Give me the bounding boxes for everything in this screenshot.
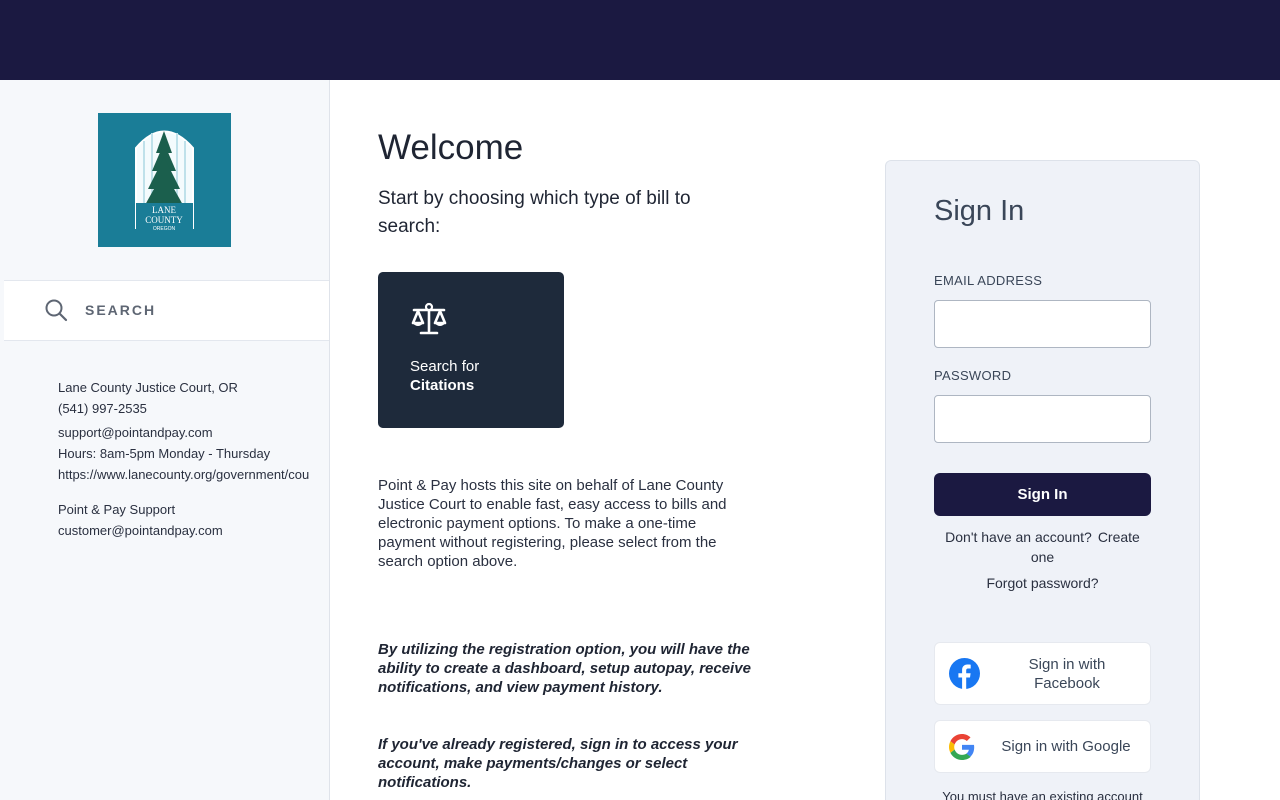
registration-info-text: By utilizing the registration option, yo…	[378, 641, 751, 696]
password-field[interactable]	[934, 395, 1151, 443]
forgot-password-link[interactable]: Forgot password?	[934, 575, 1151, 591]
sidebar-search[interactable]: SEARCH	[4, 280, 329, 341]
google-signin-label: Sign in with Google	[1001, 738, 1131, 755]
support-title: Point & Pay Support	[58, 502, 176, 517]
facebook-signin-label: Sign in with Facebook	[1028, 656, 1106, 692]
signin-button[interactable]: Sign In	[934, 473, 1151, 516]
support-email[interactable]: customer@pointandpay.com	[58, 523, 223, 538]
sidebar: LANE COUNTY OREGON SEARCH Lane County Ju…	[0, 80, 330, 800]
create-account-row: Don't have an account? Create one	[934, 527, 1151, 567]
page-title: Welcome	[378, 128, 524, 167]
facebook-signin-button[interactable]: Sign in with Facebook	[934, 642, 1151, 705]
password-label: PASSWORD	[934, 368, 1012, 383]
top-header-bar	[0, 0, 1280, 80]
court-hours: Hours: 8am-5pm Monday - Thursday	[58, 446, 271, 461]
email-field[interactable]	[934, 300, 1151, 348]
court-phone: (541) 997-2535	[58, 401, 147, 416]
google-icon	[949, 734, 975, 760]
logo-text-lane: LANE	[152, 205, 176, 215]
intro-text: Start by choosing which type of bill to …	[378, 188, 691, 237]
existing-account-note: You must have an existing account	[942, 789, 1143, 800]
court-website-link[interactable]: https://www.lanecounty.org/government/co…	[58, 467, 309, 482]
search-citations-tile[interactable]: Search for Citations	[378, 272, 564, 428]
search-icon	[45, 299, 68, 322]
main-content: Welcome Start by choosing which type of …	[330, 80, 1280, 800]
court-email[interactable]: support@pointandpay.com	[58, 425, 213, 440]
court-name: Lane County Justice Court, OR	[58, 380, 238, 395]
hosting-info-text: Point & Pay hosts this site on behalf of…	[378, 477, 727, 570]
facebook-icon	[949, 658, 980, 689]
signin-panel: Sign In EMAIL ADDRESS PASSWORD Sign In D…	[885, 160, 1200, 800]
google-signin-button[interactable]: Sign in with Google	[934, 720, 1151, 773]
tile-label-prefix: Search for	[410, 358, 480, 375]
signin-title: Sign In	[934, 195, 1025, 227]
lane-county-logo: LANE COUNTY OREGON	[98, 113, 231, 247]
tile-label-citations: Citations	[410, 377, 475, 394]
signin-info-text: If you've already registered, sign in to…	[378, 736, 738, 791]
logo-text-county: COUNTY	[145, 215, 183, 225]
scales-icon	[411, 302, 447, 335]
search-label: SEARCH	[85, 302, 157, 318]
logo-text-oregon: OREGON	[153, 226, 176, 232]
email-label: EMAIL ADDRESS	[934, 273, 1043, 288]
no-account-text: Don't have an account?	[945, 529, 1092, 545]
